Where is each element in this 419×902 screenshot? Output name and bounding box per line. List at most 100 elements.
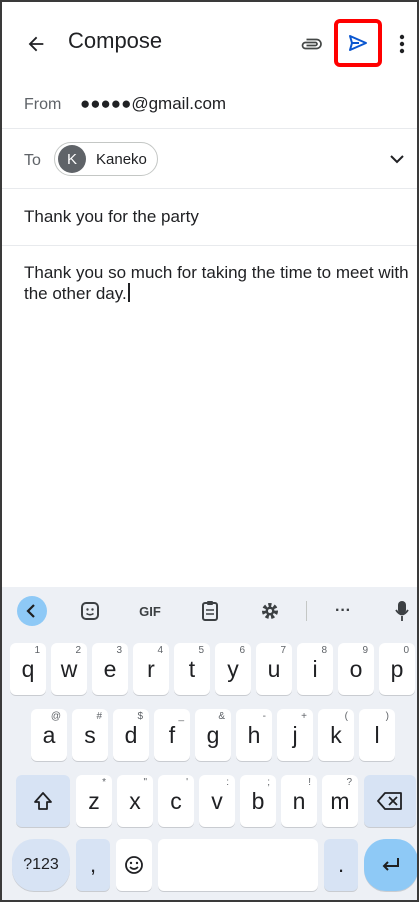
key-x[interactable]: " x	[117, 775, 153, 827]
key-r[interactable]: 4r	[133, 643, 169, 695]
on-screen-keyboard: GIF ··· 1q2w3e4r5t6y7u8i9o0p @ a # s $ d _ f & g -…	[2, 587, 417, 900]
comma-key[interactable]: ,	[76, 839, 110, 891]
key-c[interactable]: ' c	[158, 775, 194, 827]
back-arrow-icon[interactable]	[18, 26, 54, 62]
key-hint: '	[186, 777, 188, 788]
key-o[interactable]: 9o	[338, 643, 374, 695]
send-button[interactable]	[334, 19, 382, 67]
send-icon	[349, 35, 367, 51]
key-hint: 3	[116, 645, 122, 656]
more-options-icon[interactable]	[390, 26, 414, 62]
subject-field[interactable]: Thank you for the party	[24, 207, 199, 227]
space-bar[interactable]	[158, 839, 318, 891]
settings-gear-icon[interactable]	[256, 597, 284, 625]
key-hint: :	[226, 777, 229, 788]
key-hint: 0	[403, 645, 409, 656]
backspace-icon	[377, 792, 402, 810]
key-hint: *	[102, 777, 106, 788]
key-hint: &	[218, 711, 225, 722]
key-y[interactable]: 6y	[215, 643, 251, 695]
body-field[interactable]: Thank you so much for taking the time to…	[24, 262, 414, 304]
key-k[interactable]: (k	[318, 709, 354, 761]
more-tools-button[interactable]: ···	[328, 597, 358, 625]
key-label: y	[227, 655, 239, 682]
keyboard-toolbar: GIF ···	[2, 587, 417, 635]
key-h[interactable]: -h	[236, 709, 272, 761]
key-label: k	[330, 721, 342, 748]
key-f[interactable]: _ f	[154, 709, 190, 761]
key-label: a	[42, 721, 56, 748]
key-n[interactable]: ! n	[281, 775, 317, 827]
clipboard-icon[interactable]	[196, 597, 224, 625]
key-i[interactable]: 8i	[297, 643, 333, 695]
key-label: p	[390, 655, 404, 682]
key-label: i	[312, 655, 318, 682]
backspace-key[interactable]	[364, 775, 416, 827]
emoji-smile-icon	[125, 856, 143, 874]
enter-key[interactable]	[364, 839, 417, 891]
key-label: l	[374, 721, 380, 748]
microphone-icon[interactable]	[390, 597, 414, 625]
key-z[interactable]: * z	[76, 775, 112, 827]
key-label: g	[206, 721, 220, 748]
key-s[interactable]: # s	[72, 709, 108, 761]
key-hint: -	[262, 711, 266, 722]
key-label: u	[267, 655, 281, 682]
key-u[interactable]: 7u	[256, 643, 292, 695]
key-p[interactable]: 0p	[379, 643, 415, 695]
key-label: z	[88, 787, 100, 814]
sticker-icon[interactable]	[76, 597, 104, 625]
attach-paperclip-icon[interactable]	[294, 26, 330, 62]
key-m[interactable]: ? m	[322, 775, 358, 827]
key-label: e	[103, 655, 117, 682]
key-l[interactable]: ) l	[359, 709, 395, 761]
page-title: Compose	[68, 28, 163, 53]
key-label: s	[84, 721, 96, 748]
key-t[interactable]: 5t	[174, 643, 210, 695]
key-label: o	[349, 655, 363, 682]
recipient-name: Kaneko	[96, 150, 147, 168]
key-label: q	[21, 655, 35, 682]
key-q[interactable]: 1q	[10, 643, 46, 695]
period-key[interactable]: .	[324, 839, 358, 891]
symbols-key[interactable]: ?123	[12, 839, 70, 891]
top-app-bar: Compose	[2, 2, 417, 82]
body-text: Thank you so much for taking the time to…	[24, 263, 409, 303]
key-label: j	[292, 721, 298, 748]
key-hint: 5	[198, 645, 204, 656]
recipient-chip[interactable]: K Kaneko	[54, 142, 158, 176]
compose-screen: Compose From ●●●●●@gmail.com To K Kaneko…	[0, 0, 419, 902]
to-label: To	[24, 152, 41, 169]
key-hint: 8	[321, 645, 327, 656]
key-a[interactable]: @ a	[31, 709, 67, 761]
key-w[interactable]: 2w	[51, 643, 87, 695]
key-hint: #	[96, 711, 102, 722]
key-hint: !	[308, 777, 311, 788]
gif-button[interactable]: GIF	[132, 597, 168, 625]
text-cursor	[127, 283, 130, 302]
key-label: f	[168, 721, 176, 748]
key-e[interactable]: 3e	[92, 643, 128, 695]
key-g[interactable]: & g	[195, 709, 231, 761]
emoji-key[interactable]	[116, 839, 152, 891]
key-label: d	[124, 721, 138, 748]
key-label: m	[330, 787, 350, 814]
key-hint: 7	[280, 645, 286, 656]
key-hint: 6	[239, 645, 245, 656]
chevron-down-icon[interactable]	[386, 150, 408, 168]
key-hint: ?	[346, 777, 352, 788]
key-b[interactable]: ; b	[240, 775, 276, 827]
key-d[interactable]: $ d	[113, 709, 149, 761]
shift-key[interactable]	[16, 775, 70, 827]
key-hint: "	[143, 777, 147, 788]
key-label: h	[247, 721, 261, 748]
from-address[interactable]: ●●●●●@gmail.com	[80, 94, 226, 114]
key-hint: @	[50, 711, 61, 722]
collapse-toolbar-button[interactable]	[16, 596, 48, 626]
key-j[interactable]: + j	[277, 709, 313, 761]
key-hint: )	[385, 711, 389, 722]
key-hint: ;	[267, 777, 270, 788]
key-label: r	[147, 655, 155, 682]
key-v[interactable]: :v	[199, 775, 235, 827]
key-hint: 2	[75, 645, 81, 656]
